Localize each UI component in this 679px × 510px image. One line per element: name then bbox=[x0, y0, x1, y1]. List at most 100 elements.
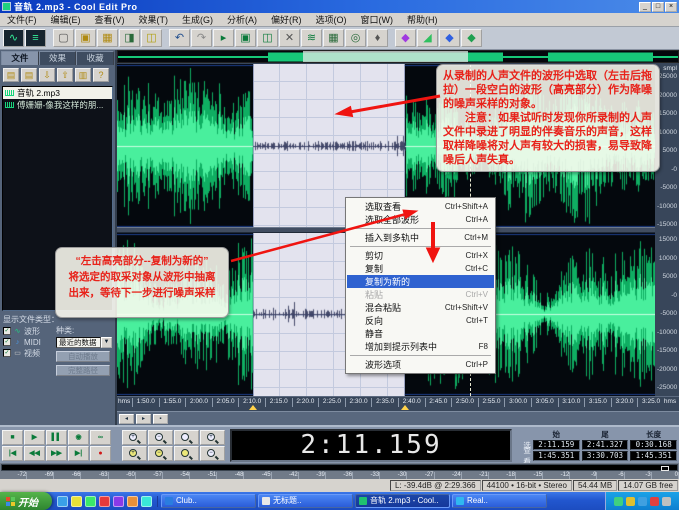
context-menu-item[interactable]: 复制Ctrl+C bbox=[347, 262, 494, 275]
play-button[interactable]: ▶ bbox=[24, 430, 45, 445]
script-icon[interactable]: ◢ bbox=[417, 29, 438, 47]
context-menu-item[interactable]: 静音 bbox=[347, 327, 494, 340]
redo-icon[interactable]: ↷ bbox=[191, 29, 212, 47]
file-list-item[interactable]: 音轨 2.mp3 bbox=[3, 87, 112, 99]
cursor-tool-icon[interactable]: ▸ bbox=[213, 29, 234, 47]
file-type-checkbox[interactable]: ✓ bbox=[3, 349, 11, 357]
cd-burn-icon[interactable]: ◆ bbox=[439, 29, 460, 47]
paste-icon[interactable]: ◫ bbox=[257, 29, 278, 47]
context-menu-item[interactable]: 波形选项Ctrl+P bbox=[347, 358, 494, 371]
menu-item-4[interactable]: 效果(T) bbox=[132, 13, 176, 26]
multitrack-view-icon[interactable]: ≡ bbox=[25, 29, 46, 47]
quick-launch-icon[interactable] bbox=[113, 496, 124, 507]
zoom-vertical-in-button[interactable]: + bbox=[200, 430, 225, 445]
quick-launch-icon[interactable] bbox=[127, 496, 138, 507]
organizer-tab-2[interactable]: 效果 bbox=[39, 51, 77, 65]
quick-launch-icon[interactable] bbox=[141, 496, 152, 507]
fast-forward-button[interactable]: ▶▶ bbox=[46, 446, 67, 461]
sort-dropdown[interactable]: 最近的数据 ▼ bbox=[56, 337, 112, 348]
zoom-out-button[interactable]: − bbox=[148, 430, 173, 445]
undo-icon[interactable]: ↶ bbox=[169, 29, 190, 47]
context-menu-item[interactable]: 复制为新的 bbox=[347, 275, 494, 288]
file-type-checkbox[interactable]: ✓ bbox=[3, 338, 11, 346]
taskbar-task-button[interactable]: 音轨 2.mp3 - Cool.. bbox=[355, 494, 450, 508]
tray-icon[interactable] bbox=[638, 497, 647, 506]
waveform-view-icon[interactable]: ∿ bbox=[3, 29, 24, 47]
menu-item-1[interactable]: 文件(F) bbox=[0, 13, 44, 26]
menu-item-3[interactable]: 查看(V) bbox=[88, 13, 132, 26]
rewind-button[interactable]: ◀◀ bbox=[24, 446, 45, 461]
level-meter[interactable]: -72-69-66-63-60-57-54-51-48-45-42-39-36-… bbox=[0, 463, 679, 479]
context-menu-item[interactable]: 选取查看Ctrl+Shift+A bbox=[347, 200, 494, 213]
menu-item-7[interactable]: 偏好(R) bbox=[264, 13, 309, 26]
mix-paste-icon[interactable]: ≋ bbox=[301, 29, 322, 47]
go-to-start-button[interactable]: |◀ bbox=[2, 446, 23, 461]
overview-view-band[interactable] bbox=[303, 51, 468, 63]
menu-item-5[interactable]: 生成(G) bbox=[175, 13, 220, 26]
organizer-option-button-2[interactable]: 完整路径 bbox=[56, 365, 110, 376]
zoom-left-edge-button[interactable]: − bbox=[148, 446, 173, 461]
cut-icon[interactable]: ✕ bbox=[279, 29, 300, 47]
copy-icon[interactable]: ▣ bbox=[235, 29, 256, 47]
context-menu-item[interactable]: 粘贴Ctrl+V bbox=[347, 288, 494, 301]
quick-launch-icon[interactable] bbox=[71, 496, 82, 507]
zoom-right-edge-button[interactable] bbox=[174, 446, 199, 461]
insert-to-cd-icon[interactable]: ⇧ bbox=[57, 68, 73, 82]
scroll-strip-button-3[interactable]: ▪ bbox=[153, 414, 168, 424]
tray-icon[interactable] bbox=[662, 497, 671, 506]
go-to-end-button[interactable]: ▶| bbox=[68, 446, 89, 461]
context-menu-item[interactable]: 反向Ctrl+T bbox=[347, 314, 494, 327]
horizontal-scroll-strip[interactable]: ◂▸▪ bbox=[117, 411, 679, 425]
chevron-down-icon[interactable]: ▼ bbox=[101, 337, 112, 348]
taskbar-task-button[interactable]: Club.. bbox=[161, 494, 256, 508]
save-file-icon[interactable]: ▦ bbox=[97, 29, 118, 47]
delete-icon[interactable]: ▦ bbox=[323, 29, 344, 47]
context-menu-item[interactable]: 插入到多轨中Ctrl+M bbox=[347, 231, 494, 244]
waveform-overview-bar[interactable] bbox=[117, 50, 679, 63]
import-audio-icon[interactable]: ◨ bbox=[119, 29, 140, 47]
file-list-item[interactable]: 傅姗姗-像我这样的朋... bbox=[3, 99, 112, 111]
scroll-strip-button-1[interactable]: ◂ bbox=[119, 414, 134, 424]
timeline-ruler[interactable]: hms1:50.01:55.02:00.02:05.02:10.02:15.02… bbox=[117, 396, 679, 411]
zoom-in-button[interactable]: + bbox=[122, 430, 147, 445]
quick-launch-icon[interactable] bbox=[99, 496, 110, 507]
open-as-folder-icon[interactable]: ▤ bbox=[21, 68, 37, 82]
quick-launch-icon[interactable] bbox=[85, 496, 96, 507]
menu-item-10[interactable]: 帮助(H) bbox=[400, 13, 445, 26]
zoom-full-button[interactable] bbox=[174, 430, 199, 445]
trim-icon[interactable]: ◎ bbox=[345, 29, 366, 47]
open-file-icon[interactable]: ▣ bbox=[75, 29, 96, 47]
menu-item-2[interactable]: 编辑(E) bbox=[44, 13, 88, 26]
record-button[interactable]: ● bbox=[90, 446, 111, 461]
organizer-option-button-1[interactable]: 自动播放 bbox=[56, 351, 110, 362]
stop-button[interactable]: ■ bbox=[2, 430, 23, 445]
maximize-button[interactable]: □ bbox=[652, 2, 664, 12]
zoom-vertical-out-button[interactable]: − bbox=[200, 446, 225, 461]
organizer-tab-3[interactable]: 收藏 bbox=[76, 51, 114, 65]
quick-launch-icon[interactable] bbox=[57, 496, 68, 507]
help-icon[interactable]: ? bbox=[93, 68, 109, 82]
taskbar-task-button[interactable]: Real.. bbox=[452, 494, 547, 508]
pause-button[interactable]: ▌▌ bbox=[46, 430, 67, 445]
tray-icon[interactable] bbox=[614, 497, 623, 506]
start-button[interactable]: 开始 bbox=[0, 492, 52, 510]
file-type-checkbox[interactable]: ✓ bbox=[3, 327, 11, 335]
tray-icon[interactable] bbox=[626, 497, 635, 506]
close-button[interactable]: × bbox=[665, 2, 677, 12]
context-menu-item[interactable]: 选取全部波形Ctrl+A bbox=[347, 213, 494, 226]
taskbar-task-button[interactable]: 无标题.. bbox=[258, 494, 353, 508]
context-menu-item[interactable]: 混合粘贴Ctrl+Shift+V bbox=[347, 301, 494, 314]
new-file-icon[interactable]: ▢ bbox=[53, 29, 74, 47]
context-menu-item[interactable]: 剪切Ctrl+X bbox=[347, 249, 494, 262]
scroll-strip-button-2[interactable]: ▸ bbox=[136, 414, 151, 424]
context-menu-item[interactable]: 增加到提示列表中F8 bbox=[347, 340, 494, 353]
minimize-button[interactable]: _ bbox=[639, 2, 651, 12]
close-file-icon[interactable]: ▥ bbox=[75, 68, 91, 82]
monitor-icon[interactable]: ◆ bbox=[461, 29, 482, 47]
menu-item-9[interactable]: 窗口(W) bbox=[354, 13, 401, 26]
open-file-folder-icon[interactable]: ▤ bbox=[3, 68, 19, 82]
play-looped-button[interactable]: ◉ bbox=[68, 430, 89, 445]
find-icon[interactable]: ♦ bbox=[367, 29, 388, 47]
zoom-selection-button[interactable]: + bbox=[122, 446, 147, 461]
insert-to-multitrack-icon[interactable]: ⇩ bbox=[39, 68, 55, 82]
